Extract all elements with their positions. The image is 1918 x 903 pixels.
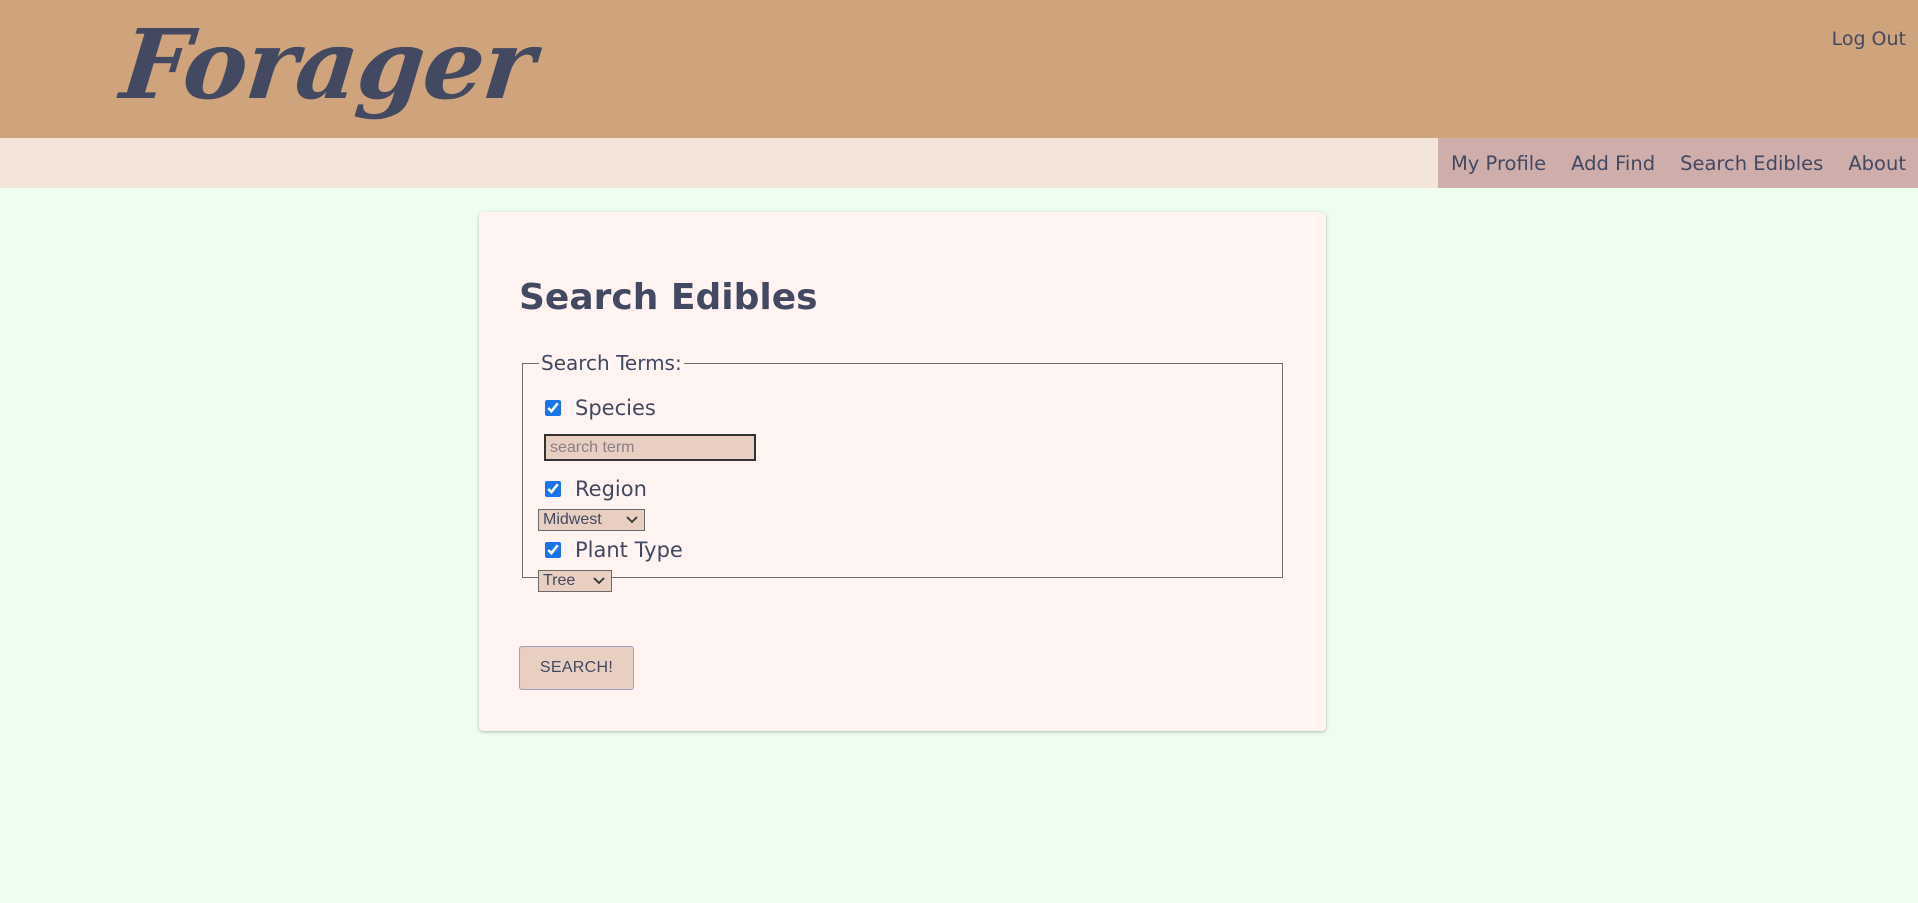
nav-item-my-profile[interactable]: My Profile [1451,152,1546,175]
plant-type-select-value: Tree [543,572,576,589]
nav-bar: My Profile Add Find Search Edibles About [0,138,1918,188]
plant-type-select[interactable]: Tree [538,570,612,592]
nav-item-search-edibles[interactable]: Search Edibles [1680,152,1823,175]
region-select-value: Midwest [543,511,602,528]
search-card: Search Edibles Search Terms: Species Reg… [479,212,1326,731]
page-title: Search Edibles [519,277,818,318]
species-row: Species [545,396,656,420]
nav-item-add-find[interactable]: Add Find [1571,152,1655,175]
plant-type-checkbox[interactable] [545,542,561,558]
species-checkbox[interactable] [545,400,561,416]
site-header: Forager Log Out [0,0,1918,138]
species-search-input[interactable] [544,434,756,461]
logout-link[interactable]: Log Out [1832,28,1906,50]
species-label: Species [575,396,656,420]
chevron-down-icon [593,577,605,585]
region-select[interactable]: Midwest [538,509,645,531]
nav-links: My Profile Add Find Search Edibles About [1437,138,1918,188]
nav-item-about[interactable]: About [1848,152,1906,175]
search-button[interactable]: SEARCH! [519,646,634,690]
region-label: Region [575,477,647,501]
search-terms-fieldset: Search Terms: Species Region Midwest Pla… [522,351,1283,592]
region-row: Region [545,477,647,501]
plant-type-row: Plant Type [545,538,683,562]
search-terms-legend: Search Terms: [541,351,682,375]
plant-type-label: Plant Type [575,538,683,562]
chevron-down-icon [626,516,638,524]
site-logo[interactable]: Forager [115,0,540,130]
region-checkbox[interactable] [545,481,561,497]
